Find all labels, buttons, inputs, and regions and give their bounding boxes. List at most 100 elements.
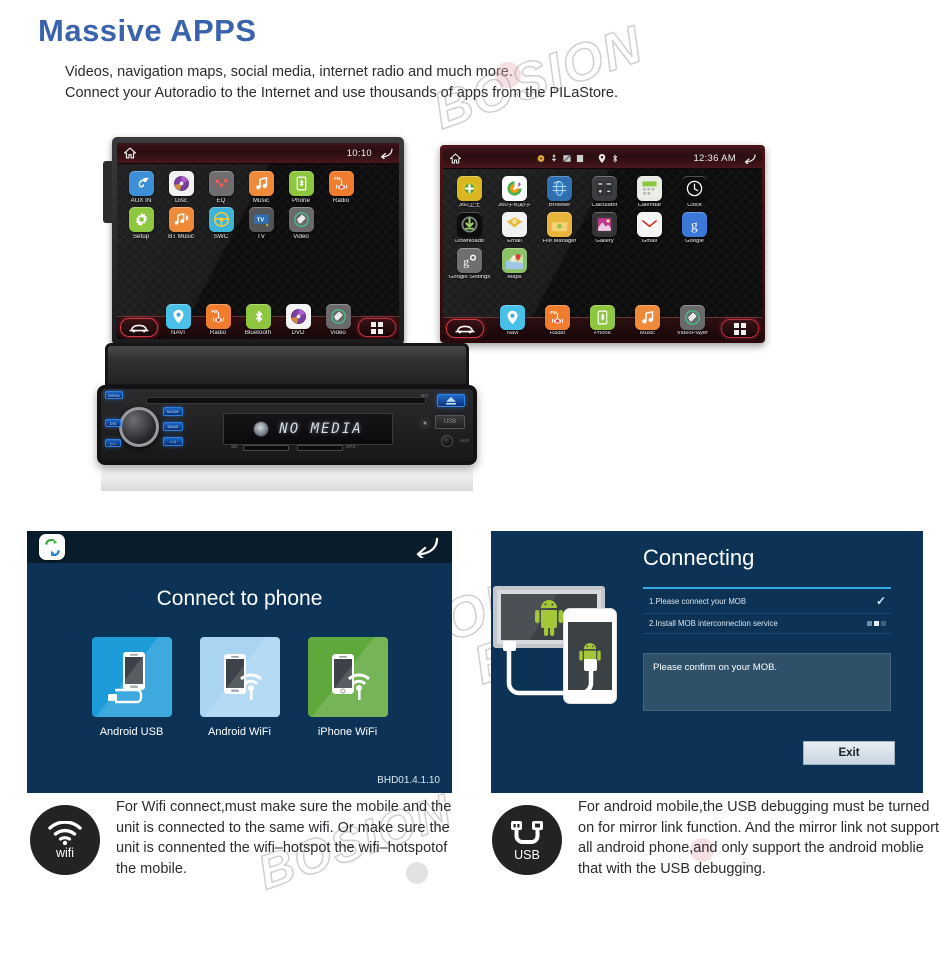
app-label: Bluetooth [244, 329, 272, 336]
app-tile-swc[interactable]: SWC [201, 207, 241, 240]
app-tile-music[interactable]: Music [625, 305, 670, 337]
connecting-panel: Connecting 1.Please connect your MOB ✓ 2… [491, 531, 923, 793]
app-tile-downloads[interactable]: Downloads [447, 211, 492, 245]
app-grid-left: AUX IN Disc EQ Music Phone FM Radio Setup BT Mus… [117, 164, 399, 243]
app-tile-calendar[interactable]: Calendar [627, 176, 672, 209]
app-label: Calculator [591, 203, 618, 208]
bluetooth-icon [612, 153, 617, 163]
app-label: Google Settings [448, 274, 491, 280]
firmware-version: BHD01.4.1.10 [377, 775, 440, 786]
app-tile-bt-music[interactable]: BT Music [161, 207, 201, 240]
app-label: Phone [292, 198, 310, 204]
prev-track-button[interactable]: |<< [105, 439, 121, 447]
app-label: Downloads [455, 238, 484, 244]
connect-option-android-wifi[interactable]: Android WiFi [199, 637, 280, 738]
app-tile-clock[interactable]: Clock [672, 176, 717, 209]
app-tile-radio[interactable]: FM Radio [198, 303, 238, 336]
app-tile-calculator[interactable]: Calculator [582, 176, 627, 209]
menu-button[interactable]: MODE [163, 407, 183, 416]
app-label: Radio [209, 329, 227, 336]
app-tile-360[interactable]: 360手机助手 [492, 176, 537, 209]
app-grid-right: 360卫土 360手机助手 Browser Calculator Calendar Clo… [443, 169, 762, 283]
app-tile-phone[interactable]: Phone [580, 305, 625, 337]
sd-card-slot[interactable] [243, 445, 289, 451]
app-tile-setup[interactable]: Setup [121, 207, 161, 240]
google-settings-icon: g [457, 247, 482, 273]
wifi-icon [48, 820, 82, 845]
app-tile-gallery[interactable]: Gallery [582, 211, 627, 245]
equalizer-icon [208, 171, 234, 196]
app-label: 360手机助手 [498, 203, 531, 208]
connect-option-android-usb[interactable]: Android USB [91, 637, 172, 738]
product-photo: 12:36 AM 360卫土 360手机助手 Browser Calculator Ca… [95, 128, 775, 493]
back-arrow-icon[interactable] [743, 153, 756, 164]
app-tile-videoplayer[interactable]: VideoPlayer [670, 305, 715, 337]
tv-icon: TV [248, 207, 274, 233]
wifi-badge: wifi [30, 805, 100, 875]
app-label: Gmail [641, 238, 658, 244]
connecting-steps: 1.Please connect your MOB ✓ 2.Install MO… [643, 587, 891, 654]
app-tile-bluetooth[interactable]: Bluetooth [238, 303, 278, 336]
fm-radio-icon: FM [545, 305, 570, 331]
app-label: Phone [594, 331, 611, 337]
bluetooth-phone-icon [288, 171, 314, 196]
status-bar-left: 10:10 [117, 143, 399, 164]
status-time: 10:10 [346, 147, 372, 159]
app-tile-maps[interactable]: Maps [492, 247, 537, 281]
phone-usb-icon [91, 637, 172, 717]
fm-radio-icon: FM [328, 171, 354, 196]
app-tile-gmail[interactable]: Gmail [627, 211, 672, 245]
aux-plug-icon [128, 171, 154, 196]
mirror-link-icon[interactable] [39, 534, 65, 560]
app-tile-music[interactable]: Music [241, 171, 281, 204]
app-label: Disc [174, 198, 188, 204]
lcd-display-text: NO MEDIA [279, 421, 363, 437]
volume-knob[interactable] [119, 407, 159, 447]
display-button[interactable]: DIS [105, 419, 121, 427]
app-tile-radio[interactable]: FM Radio [535, 305, 580, 337]
app-label: Google [685, 238, 704, 244]
exit-button[interactable]: Exit [803, 741, 895, 765]
app-tile-video[interactable]: Video [281, 207, 321, 240]
app-tile-navi[interactable]: Navi [490, 305, 535, 337]
app-tile-disc[interactable]: Disc [161, 171, 201, 204]
app-tile-aux-in[interactable]: AUX IN [121, 171, 161, 204]
app-tile-navi[interactable]: NAVI [158, 303, 198, 336]
app-tile-browser[interactable]: Browser [537, 176, 582, 209]
steering-wheel-icon [208, 207, 234, 233]
app-tile-phone[interactable]: Phone [281, 171, 321, 204]
confirm-message: Please confirm on your MOB. [643, 653, 891, 711]
app-tile-360[interactable]: 360卫土 [447, 176, 492, 209]
gps-card-slot[interactable] [297, 445, 343, 451]
gear-icon [128, 207, 154, 233]
app-label: DVD [291, 329, 305, 336]
step-row: 1.Please connect your MOB ✓ [643, 589, 891, 614]
app-tile-video[interactable]: Video [318, 303, 358, 336]
aux-jack[interactable] [441, 435, 453, 447]
app-tile-dvd[interactable]: DVD [278, 303, 318, 336]
next-track-button[interactable]: >>| [163, 437, 183, 446]
map-pin-icon [500, 305, 525, 331]
location-icon [598, 153, 605, 163]
app-tile-radio[interactable]: FM Radio [321, 171, 361, 204]
usb-port[interactable]: USB [435, 415, 465, 429]
app-label: File Manager [542, 238, 577, 244]
back-arrow-icon[interactable] [413, 536, 440, 558]
app-tile-google-settings[interactable]: g Google Settings [447, 247, 492, 281]
app-tile-eq[interactable]: EQ [201, 171, 241, 204]
app-tile-tv[interactable]: TV TV [241, 207, 281, 240]
back-arrow-icon[interactable] [379, 147, 393, 159]
menu-button-left[interactable]: MENU [105, 391, 123, 399]
app-label: Video [293, 234, 309, 241]
app-tile-email[interactable]: Email [492, 211, 537, 245]
home-icon[interactable] [123, 147, 137, 159]
app-tile-file-manager[interactable]: File Manager [537, 211, 582, 245]
connect-option-iphone-wifi[interactable]: iPhone WiFi [307, 637, 388, 738]
band-button[interactable]: BAND [163, 422, 183, 431]
app-label: Maps [507, 274, 522, 280]
app-tile-google[interactable]: g Google [672, 211, 717, 245]
app-label: Navi [506, 331, 519, 337]
home-icon[interactable] [449, 152, 462, 164]
eject-button[interactable] [437, 394, 465, 407]
disc-icon [168, 171, 194, 196]
